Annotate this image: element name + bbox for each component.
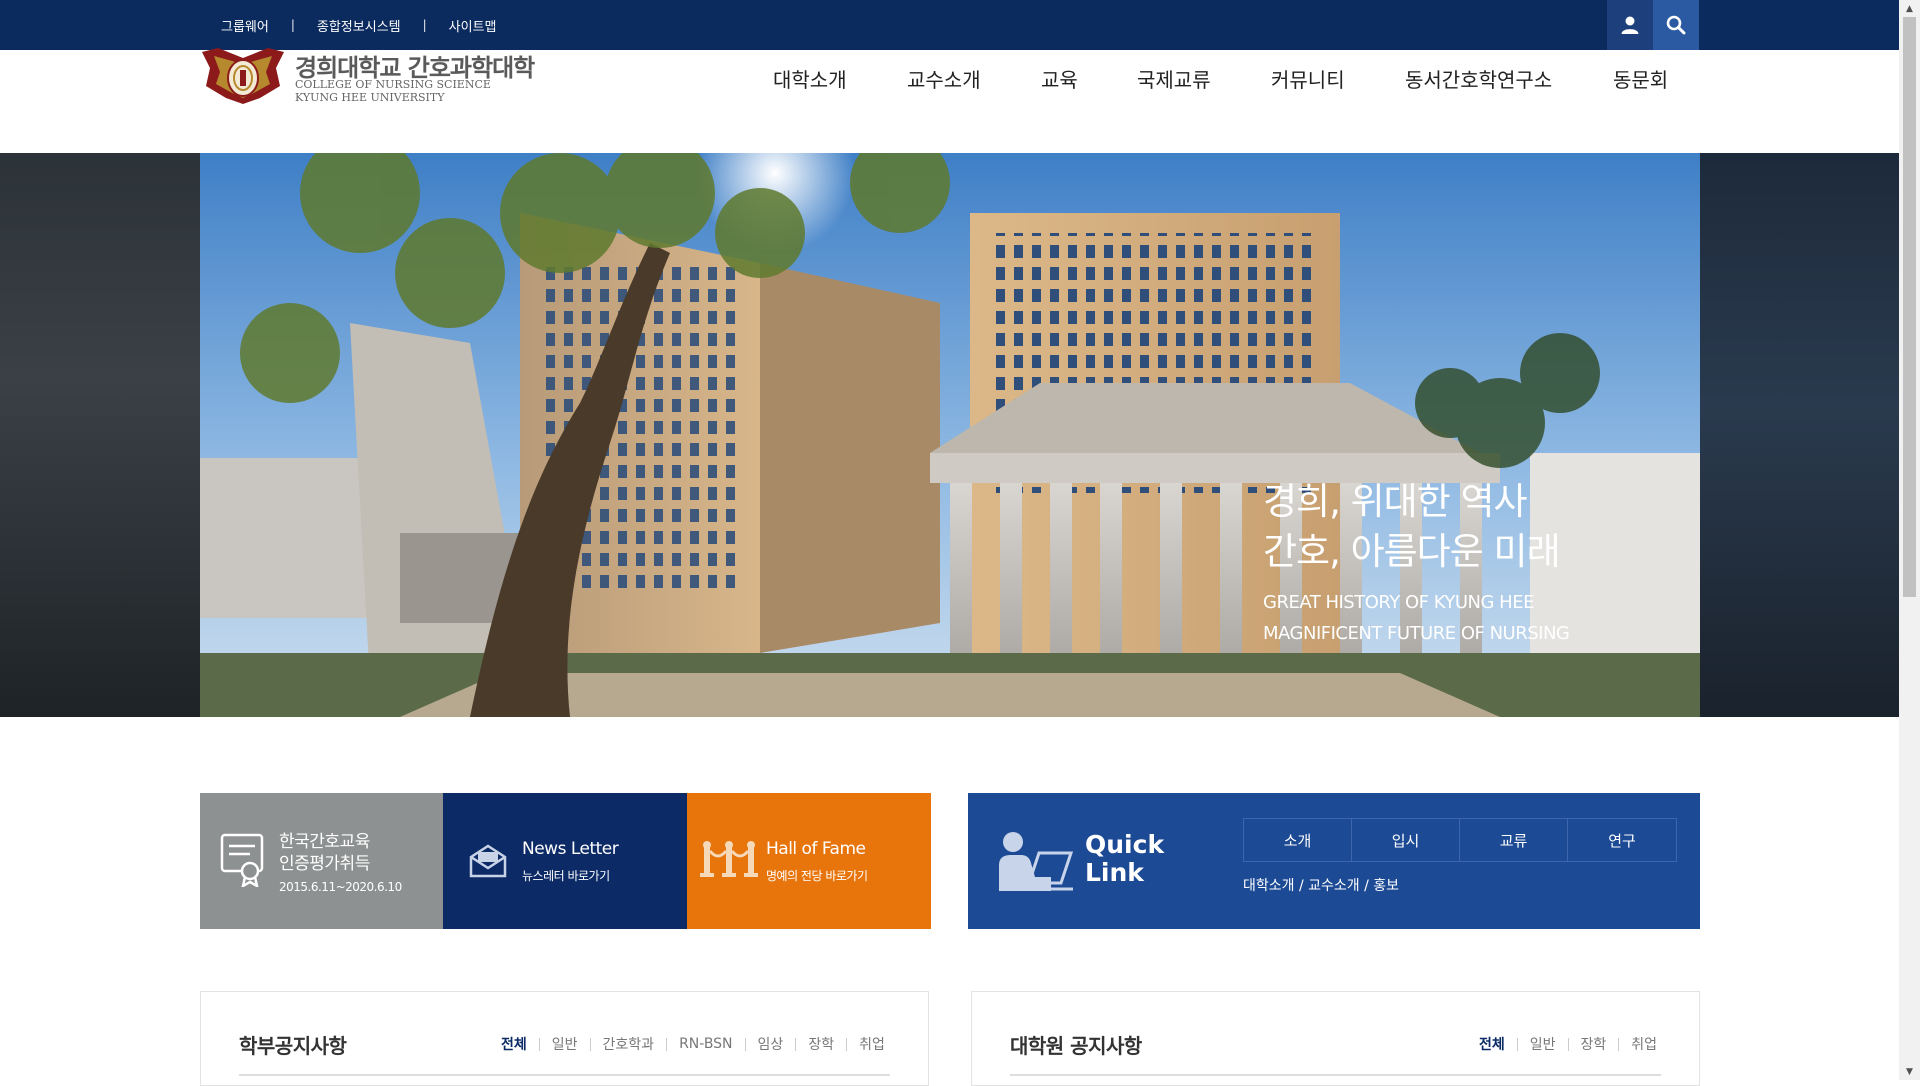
hero-banner: 경희, 위대한 역사 간호, 아름다운 미래 GREAT HISTORY OF … bbox=[0, 153, 1899, 717]
hero-side-image-right bbox=[1700, 153, 1899, 717]
tab-divider bbox=[744, 1037, 746, 1051]
tab-employment[interactable]: 취업 bbox=[1631, 1034, 1657, 1054]
tab-divider bbox=[1618, 1037, 1620, 1051]
newsletter-card[interactable]: News Letter 뉴스레터 바로가기 bbox=[443, 793, 687, 929]
nav-item-about[interactable]: 대학소개 bbox=[773, 64, 847, 93]
tab-divider bbox=[795, 1037, 797, 1051]
scroll-down-arrow-icon[interactable]: ▼ bbox=[1899, 1063, 1920, 1080]
tab-divider bbox=[666, 1037, 668, 1051]
search-icon bbox=[1666, 15, 1686, 35]
tab-all[interactable]: 전체 bbox=[1479, 1034, 1505, 1054]
hall-of-fame-subtitle: 명예의 전당 바로가기 bbox=[766, 869, 868, 883]
search-button[interactable] bbox=[1653, 0, 1699, 50]
utility-links: 그룹웨어 | 종합정보시스템 | 사이트맵 bbox=[221, 0, 497, 50]
quick-link-tabs: 소개 입시 교류 연구 bbox=[1243, 818, 1677, 862]
sitemap-link[interactable]: 사이트맵 bbox=[449, 16, 497, 35]
hall-of-fame-title: Hall of Fame bbox=[766, 839, 866, 859]
tab-divider bbox=[538, 1037, 540, 1051]
undergrad-notice-title: 학부공지사항 bbox=[239, 1034, 347, 1058]
utility-separator: | bbox=[422, 18, 427, 32]
nav-item-education[interactable]: 교육 bbox=[1041, 64, 1078, 93]
groupware-link[interactable]: 그룹웨어 bbox=[221, 16, 269, 35]
nav-item-community[interactable]: 커뮤니티 bbox=[1271, 64, 1345, 93]
hero-slogan-ko-line2: 간호, 아름다운 미래 bbox=[1263, 530, 1561, 573]
newsletter-title: News Letter bbox=[522, 839, 619, 859]
nav-item-alumni[interactable]: 동문회 bbox=[1613, 64, 1668, 93]
main-navigation: 대학소개 교수소개 교육 국제교류 커뮤니티 동서간호학연구소 동문회 bbox=[0, 64, 1899, 100]
certificate-icon bbox=[220, 833, 264, 887]
grad-notice-tabs: 전체 일반 장학 취업 bbox=[1479, 1034, 1657, 1054]
tab-nursing-dept[interactable]: 간호학과 bbox=[603, 1034, 655, 1054]
tab-divider bbox=[589, 1037, 591, 1051]
hall-of-fame-card[interactable]: Hall of Fame 명예의 전당 바로가기 bbox=[687, 793, 931, 929]
scroll-up-arrow-icon[interactable]: ▲ bbox=[1899, 0, 1920, 17]
hero-slogan-en: GREAT HISTORY OF KYUNG HEE MAGNIFICENT F… bbox=[1263, 587, 1570, 649]
stanchion-icon bbox=[700, 841, 758, 877]
tab-employment[interactable]: 취업 bbox=[859, 1034, 885, 1054]
hero-image: 경희, 위대한 역사 간호, 아름다운 미래 GREAT HISTORY OF … bbox=[200, 153, 1700, 717]
tab-general[interactable]: 일반 bbox=[552, 1034, 578, 1054]
notice-divider bbox=[239, 1074, 890, 1076]
nav-item-international[interactable]: 국제교류 bbox=[1137, 64, 1211, 93]
hero-slogan-en-line1: GREAT HISTORY OF KYUNG HEE bbox=[1263, 592, 1534, 613]
accreditation-title-line2: 인증평가취득 bbox=[279, 854, 370, 874]
quick-tab-intro[interactable]: 소개 bbox=[1244, 819, 1352, 861]
newsletter-subtitle: 뉴스레터 바로가기 bbox=[522, 869, 610, 883]
info-system-link[interactable]: 종합정보시스템 bbox=[317, 16, 401, 35]
scrollbar-thumb[interactable] bbox=[1903, 17, 1916, 597]
login-button[interactable] bbox=[1607, 0, 1653, 50]
quick-link-list[interactable]: 대학소개 / 교수소개 / 홍보 bbox=[1243, 875, 1399, 895]
quick-tab-research[interactable]: 연구 bbox=[1568, 819, 1676, 861]
accreditation-card[interactable]: 한국간호교육 인증평가취득 2015.6.11~2020.6.10 bbox=[200, 793, 443, 929]
tab-rn-bsn[interactable]: RN-BSN bbox=[679, 1036, 732, 1052]
undergrad-notice-board: 학부공지사항 전체 일반 간호학과 RN-BSN 임상 장학 취업 bbox=[200, 991, 929, 1086]
utility-separator: | bbox=[290, 18, 295, 32]
nav-item-research-institute[interactable]: 동서간호학연구소 bbox=[1405, 64, 1552, 93]
quick-link-title-line2: Link bbox=[1085, 858, 1144, 887]
tab-clinical[interactable]: 임상 bbox=[758, 1034, 784, 1054]
undergrad-notice-tabs: 전체 일반 간호학과 RN-BSN 임상 장학 취업 bbox=[501, 1034, 885, 1054]
grad-notice-board: 대학원 공지사항 전체 일반 장학 취업 bbox=[971, 991, 1700, 1086]
hero-slogan: 경희, 위대한 역사 간호, 아름다운 미래 GREAT HISTORY OF … bbox=[1263, 477, 1570, 649]
tab-general[interactable]: 일반 bbox=[1530, 1034, 1556, 1054]
tab-all[interactable]: 전체 bbox=[501, 1034, 527, 1054]
tab-divider bbox=[1567, 1037, 1569, 1051]
quick-tab-exchange[interactable]: 교류 bbox=[1460, 819, 1568, 861]
tab-scholarship[interactable]: 장학 bbox=[808, 1034, 834, 1054]
user-icon bbox=[1621, 16, 1639, 34]
site-header: 경희대학교 간호과학대학 COLLEGE OF NURSING SCIENCE … bbox=[0, 48, 1899, 153]
hero-slogan-ko-line1: 경희, 위대한 역사 bbox=[1263, 480, 1528, 523]
hero-side-image-left bbox=[0, 153, 200, 717]
nav-item-faculty[interactable]: 교수소개 bbox=[907, 64, 981, 93]
quick-link-title: Quick Link bbox=[1085, 831, 1164, 887]
tab-scholarship[interactable]: 장학 bbox=[1581, 1034, 1607, 1054]
tab-divider bbox=[1516, 1037, 1518, 1051]
tab-divider bbox=[846, 1037, 848, 1051]
notice-divider bbox=[1010, 1074, 1661, 1076]
hero-slogan-en-line2: MAGNIFICENT FUTURE OF NURSING bbox=[1263, 623, 1570, 644]
quick-link-panel: Quick Link 소개 입시 교류 연구 대학소개 / 교수소개 / 홍보 bbox=[968, 793, 1700, 929]
envelope-icon bbox=[469, 844, 507, 878]
quick-link-title-line1: Quick bbox=[1085, 830, 1165, 859]
utility-bar: 그룹웨어 | 종합정보시스템 | 사이트맵 bbox=[0, 0, 1899, 50]
quick-tab-admission[interactable]: 입시 bbox=[1352, 819, 1460, 861]
person-laptop-icon bbox=[999, 832, 1073, 891]
grad-notice-title: 대학원 공지사항 bbox=[1010, 1034, 1142, 1058]
accreditation-dates: 2015.6.11~2020.6.10 bbox=[279, 880, 402, 894]
